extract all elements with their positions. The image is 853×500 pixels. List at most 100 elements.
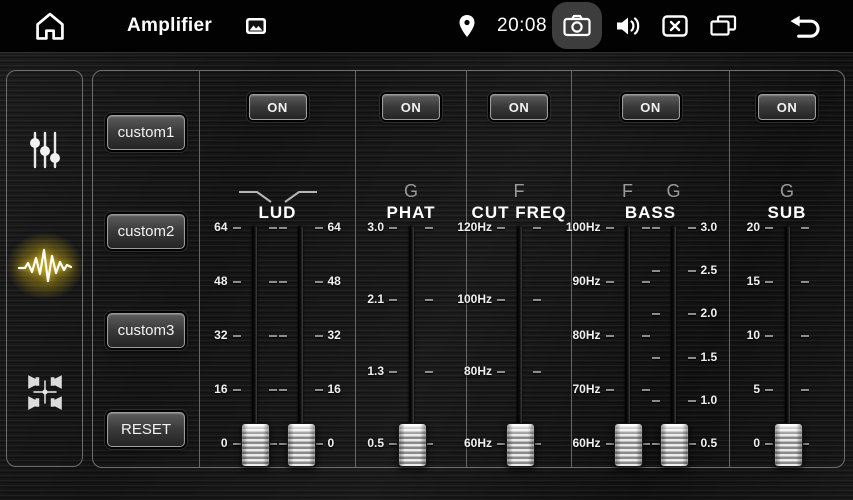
preset-button-custom2[interactable]: custom2: [107, 214, 185, 249]
tick-dash: [801, 281, 809, 283]
fader-thumb[interactable]: [241, 423, 270, 467]
tick-label: 1.5: [701, 350, 718, 364]
back-icon: [788, 14, 823, 38]
tick-label: 64: [214, 220, 227, 234]
fader-track[interactable]: [625, 226, 630, 456]
tick-dash: [533, 299, 541, 301]
tick-label: 64: [328, 220, 341, 234]
channel-phat: ONPHATG3.02.11.30.5: [356, 71, 467, 467]
tick-dash: [269, 389, 277, 391]
back-button[interactable]: [788, 14, 823, 38]
tick-label: 1.0: [701, 393, 718, 407]
highpass-curve-icon: [283, 189, 319, 205]
sidebar-item-effects[interactable]: [13, 234, 77, 298]
bass-on-button[interactable]: ON: [622, 94, 680, 120]
tick-label: 2.5: [701, 263, 718, 277]
tick-dash: [533, 227, 541, 229]
cut-freq-on-button[interactable]: ON: [490, 94, 548, 120]
preset-button-custom3[interactable]: custom3: [107, 313, 185, 348]
fader-track[interactable]: [671, 226, 676, 456]
camera-button[interactable]: [552, 2, 602, 49]
fader-thumb[interactable]: [614, 423, 643, 467]
tick-dash: [801, 389, 809, 391]
tick-label: 48: [214, 274, 227, 288]
sidebar-item-balance[interactable]: [13, 360, 77, 424]
tick-dash: [315, 389, 323, 391]
tick-label: 3.0: [701, 220, 718, 234]
tick-label: 70Hz: [572, 382, 600, 396]
tick-dash: [801, 335, 809, 337]
fader-thumb[interactable]: [398, 423, 427, 467]
close-window-button[interactable]: [662, 15, 688, 37]
param-label: G: [404, 181, 418, 202]
tick-dash: [765, 335, 773, 337]
tick-dash: [642, 227, 650, 229]
recent-apps-button[interactable]: [710, 15, 737, 37]
fader-track[interactable]: [517, 226, 522, 456]
tick-dash: [642, 389, 650, 391]
tick-dash: [279, 281, 287, 283]
gallery-button[interactable]: [245, 17, 267, 35]
tick-dash: [425, 371, 433, 373]
tick-dash: [497, 227, 505, 229]
tick-label: 2.1: [367, 292, 384, 306]
page-title: Amplifier: [127, 15, 212, 37]
preset-button-reset[interactable]: RESET: [107, 412, 185, 447]
volume-button[interactable]: [615, 15, 641, 37]
tick-dash: [233, 389, 241, 391]
tick-dash: [606, 227, 614, 229]
preset-button-custom1[interactable]: custom1: [107, 115, 185, 150]
volume-icon: [615, 15, 641, 37]
waveform-icon: [17, 243, 73, 289]
tick-dash: [233, 443, 241, 445]
tick-label: 1.3: [367, 364, 384, 378]
tick-label: 0.5: [701, 436, 718, 450]
tick-dash: [269, 227, 277, 229]
channel-sub: ONSUBG20151050: [730, 71, 844, 467]
tick-label: 3.0: [367, 220, 384, 234]
tick-label: 10: [747, 328, 760, 342]
fader-thumb[interactable]: [774, 423, 803, 467]
tick-label: 0: [221, 436, 228, 450]
tick-label: 16: [328, 382, 341, 396]
home-button[interactable]: [34, 12, 66, 41]
fader-thumb[interactable]: [506, 423, 535, 467]
tick-dash: [652, 443, 660, 445]
tick-dash: [315, 281, 323, 283]
tick-dash: [389, 227, 397, 229]
close-window-icon: [662, 15, 688, 37]
sub-on-button[interactable]: ON: [758, 94, 816, 120]
tick-dash: [389, 371, 397, 373]
param-label: F: [622, 181, 633, 202]
tick-dash: [279, 227, 287, 229]
fader-track[interactable]: [252, 226, 257, 456]
recent-apps-icon: [710, 15, 737, 37]
tick-dash: [765, 443, 773, 445]
tick-label: 0: [328, 436, 335, 450]
fader-thumb[interactable]: [287, 423, 316, 467]
fader-track[interactable]: [298, 226, 303, 456]
param-label: G: [780, 181, 794, 202]
tick-label: 0: [753, 436, 760, 450]
fader-track[interactable]: [785, 226, 790, 456]
tick-dash: [606, 443, 614, 445]
tick-dash: [642, 281, 650, 283]
tick-dash: [497, 443, 505, 445]
tick-dash: [315, 335, 323, 337]
tick-dash: [652, 313, 660, 315]
tick-dash: [279, 443, 287, 445]
fader-thumb[interactable]: [660, 423, 689, 467]
tick-dash: [606, 281, 614, 283]
phat-on-button[interactable]: ON: [382, 94, 440, 120]
channel-lud: ONLUD644832160644832160: [200, 71, 356, 467]
location-icon: [458, 14, 476, 38]
sidebar-item-equalizer[interactable]: [13, 118, 77, 182]
tick-dash: [497, 371, 505, 373]
tick-dash: [652, 227, 660, 229]
fader-track[interactable]: [409, 226, 414, 456]
amplifier-panel: custom1custom2custom3RESET ONLUD64483216…: [92, 70, 845, 468]
lud-on-button[interactable]: ON: [249, 94, 307, 120]
tick-dash: [497, 299, 505, 301]
tick-dash: [233, 281, 241, 283]
tick-dash: [642, 335, 650, 337]
